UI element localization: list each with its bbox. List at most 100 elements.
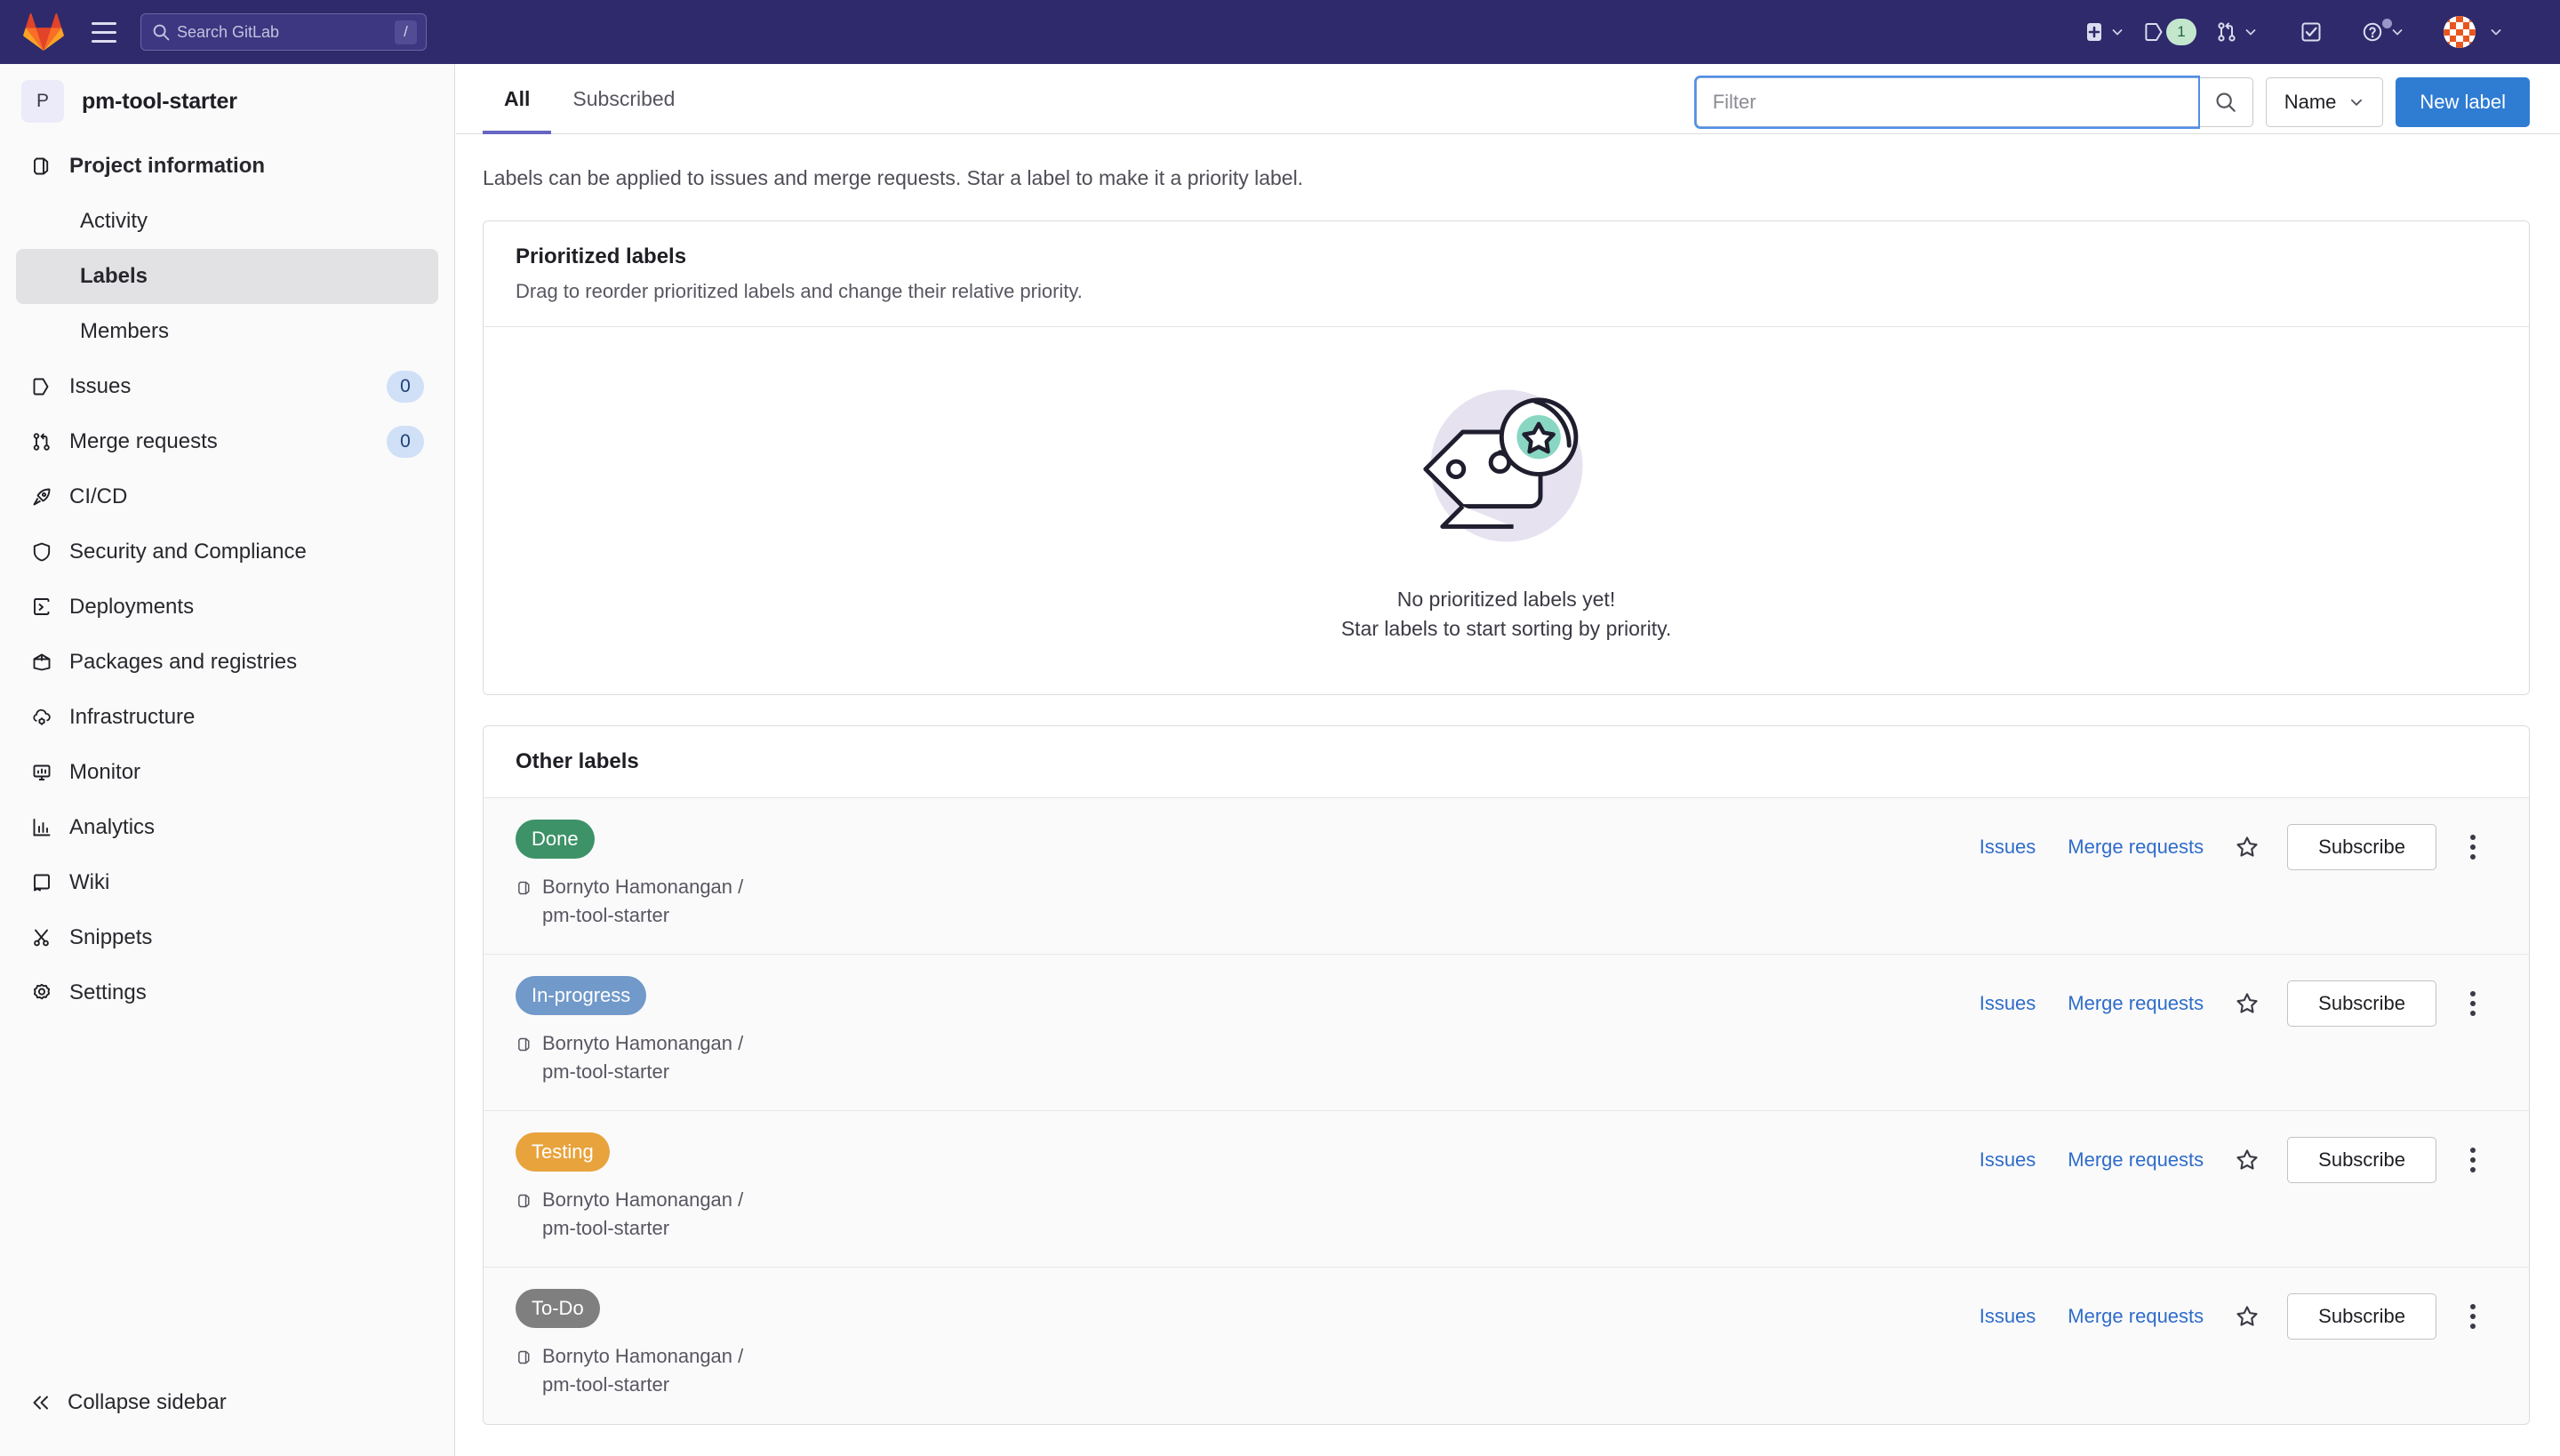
subscribe-button[interactable]: Subscribe xyxy=(2287,1292,2436,1340)
global-search[interactable]: / xyxy=(140,13,427,51)
tab-all[interactable]: All xyxy=(483,64,552,134)
sidebar-item-issues[interactable]: Issues 0 xyxy=(16,359,438,414)
label-info: Done Bornyto Hamonangan / pm-tool-starter xyxy=(516,819,1138,930)
table-row: Testing Bornyto Hamonangan / pm-tool-star… xyxy=(484,1110,2529,1268)
ellipsis-vertical-icon[interactable] xyxy=(2449,823,2497,871)
user-menu-button[interactable] xyxy=(2436,11,2510,53)
todos-button[interactable] xyxy=(2292,11,2331,53)
sidebar-badge-merge-requests: 0 xyxy=(387,426,424,458)
sidebar-item-label: CI/CD xyxy=(69,484,128,508)
status-badge[interactable]: In-progress xyxy=(516,975,647,1015)
deployments-icon xyxy=(30,596,60,619)
project-header[interactable]: P pm-tool-starter xyxy=(0,64,454,135)
star-outline-icon[interactable] xyxy=(2225,1294,2269,1339)
status-badge[interactable]: Testing xyxy=(516,1132,610,1172)
label-project-path: Bornyto Hamonangan / pm-tool-starter xyxy=(516,873,782,930)
label-project-path-text: Bornyto Hamonangan / pm-tool-starter xyxy=(542,1188,744,1239)
sidebar-item-packages-and-registries[interactable]: Packages and registries xyxy=(16,635,438,690)
project-icon xyxy=(516,1189,533,1218)
project-name: pm-tool-starter xyxy=(82,88,237,114)
filter-input[interactable] xyxy=(1695,77,2198,127)
search-icon xyxy=(2216,92,2236,112)
empty-title: No prioritized labels yet! xyxy=(1396,588,1616,611)
prioritized-labels-title: Prioritized labels xyxy=(516,244,687,268)
sidebar-item-deployments[interactable]: Deployments xyxy=(16,580,438,635)
sidebar-item-security-and-compliance[interactable]: Security and Compliance xyxy=(16,524,438,580)
toolbar-actions: Name New label xyxy=(1695,64,2530,133)
prioritized-labels-subtitle: Drag to reorder prioritized labels and c… xyxy=(516,280,1083,302)
sidebar-item-label: Security and Compliance xyxy=(69,540,307,564)
sort-dropdown[interactable]: Name xyxy=(2265,77,2384,127)
merge-requests-link[interactable]: Merge requests xyxy=(2052,992,2220,1015)
label-project-path: Bornyto Hamonangan / pm-tool-starter xyxy=(516,1186,782,1243)
subscribe-button[interactable]: Subscribe xyxy=(2287,823,2436,870)
shield-icon xyxy=(30,540,60,564)
todo-check-icon xyxy=(2301,22,2321,42)
sidebar-item-wiki[interactable]: Wiki xyxy=(16,855,438,910)
issues-button[interactable]: 1 xyxy=(2135,11,2204,53)
top-navbar: / 1 xyxy=(0,0,2560,64)
label-info: In-progress Bornyto Hamonangan / pm-tool-… xyxy=(516,975,1138,1086)
collapse-sidebar-button[interactable]: Collapse sidebar xyxy=(0,1390,454,1456)
sidebar-item-label: Snippets xyxy=(69,925,153,949)
book-icon xyxy=(30,871,60,894)
star-outline-icon[interactable] xyxy=(2225,981,2269,1026)
gitlab-logo-icon[interactable] xyxy=(23,12,64,52)
new-label-button[interactable]: New label xyxy=(2396,77,2530,127)
sidebar-item-label: Analytics xyxy=(69,815,156,839)
help-button[interactable] xyxy=(2354,11,2412,53)
star-outline-icon[interactable] xyxy=(2225,825,2269,869)
snippet-icon xyxy=(30,926,60,949)
tab-subscribed[interactable]: Subscribed xyxy=(551,64,696,133)
issues-link[interactable]: Issues xyxy=(1964,992,2052,1015)
table-row: To-Do Bornyto Hamonangan / pm-tool-starte… xyxy=(484,1267,2529,1424)
collapse-sidebar-label: Collapse sidebar xyxy=(68,1390,227,1414)
sidebar-item-activity[interactable]: Activity xyxy=(16,194,438,249)
sidebar-item-monitor[interactable]: Monitor xyxy=(16,745,438,800)
issues-link[interactable]: Issues xyxy=(1964,1148,2052,1172)
status-badge[interactable]: Done xyxy=(516,819,595,859)
sidebar-item-merge-requests[interactable]: Merge requests 0 xyxy=(16,414,438,469)
status-badge[interactable]: To-Do xyxy=(516,1288,600,1328)
project-sidebar: P pm-tool-starter Project information Ac… xyxy=(0,64,455,1456)
search-input[interactable] xyxy=(177,22,395,42)
navbar-actions: 1 xyxy=(2076,11,2537,53)
sidebar-item-analytics[interactable]: Analytics xyxy=(16,800,438,855)
sidebar-item-project-information[interactable]: Project information xyxy=(16,139,438,194)
merge-requests-button[interactable] xyxy=(2207,11,2265,53)
sidebar-item-infrastructure[interactable]: Infrastructure xyxy=(16,690,438,745)
sidebar-item-snippets[interactable]: Snippets xyxy=(16,910,438,965)
issues-link[interactable]: Issues xyxy=(1964,1305,2052,1328)
subscribe-button[interactable]: Subscribe xyxy=(2287,980,2436,1027)
ellipsis-vertical-icon[interactable] xyxy=(2449,1136,2497,1184)
sidebar-item-members[interactable]: Members xyxy=(16,304,438,359)
plus-square-icon xyxy=(2087,23,2101,41)
label-row-actions: Issues Merge requests Subscribe xyxy=(1964,1132,2497,1184)
sidebar-item-label: Activity xyxy=(80,209,148,233)
ellipsis-vertical-icon[interactable] xyxy=(2449,1292,2497,1340)
other-labels-header: Other labels xyxy=(484,726,2529,798)
merge-requests-link[interactable]: Merge requests xyxy=(2052,1148,2220,1172)
star-outline-icon[interactable] xyxy=(2225,1138,2269,1182)
prioritized-labels-header: Prioritized labels Drag to reorder prior… xyxy=(484,221,2529,327)
monitor-icon xyxy=(30,761,60,784)
sidebar-item-label: Merge requests xyxy=(69,429,218,453)
sidebar-item-settings[interactable]: Settings xyxy=(16,965,438,1020)
filter-search-button[interactable] xyxy=(2197,77,2253,127)
subscribe-button[interactable]: Subscribe xyxy=(2287,1136,2436,1183)
merge-requests-link[interactable]: Merge requests xyxy=(2052,1305,2220,1328)
sidebar-item-labels[interactable]: Labels xyxy=(16,249,438,304)
issues-link[interactable]: Issues xyxy=(1964,836,2052,859)
hamburger-menu-icon[interactable] xyxy=(84,12,124,52)
create-new-button[interactable] xyxy=(2076,11,2132,53)
empty-subtitle: Star labels to start sorting by priority… xyxy=(1340,617,1672,641)
merge-requests-link[interactable]: Merge requests xyxy=(2052,836,2220,859)
label-row-actions: Issues Merge requests Subscribe xyxy=(1964,820,2497,871)
project-icon xyxy=(516,1033,533,1061)
table-row: Done Bornyto Hamonangan / pm-tool-starter… xyxy=(484,797,2529,955)
cloud-gear-icon xyxy=(30,706,60,729)
chevron-down-icon xyxy=(2392,29,2403,36)
ellipsis-vertical-icon[interactable] xyxy=(2449,980,2497,1028)
sidebar-item-ci-cd[interactable]: CI/CD xyxy=(16,469,438,524)
label-project-path-text: Bornyto Hamonangan / pm-tool-starter xyxy=(542,875,744,926)
